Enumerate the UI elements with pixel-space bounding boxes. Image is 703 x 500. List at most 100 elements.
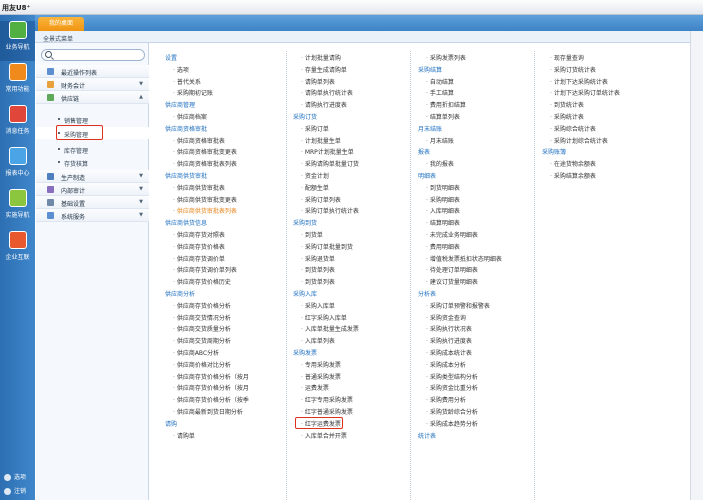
menu-item[interactable]: 供应商供货审批表	[173, 185, 225, 193]
menu-item[interactable]: 供应商存货价格分析（按月	[173, 374, 249, 382]
module-0[interactable]: 业务导航	[0, 21, 35, 61]
menu-item[interactable]: 存量生成请购单	[301, 67, 347, 75]
menu-item[interactable]: 采购费用分析	[426, 397, 466, 405]
menu-item[interactable]: 采购订单执行统计表	[301, 208, 359, 216]
menu-item[interactable]: 供应商存货价格分析（按月	[173, 385, 249, 393]
menu-item[interactable]: 费用折扣结算	[426, 102, 466, 110]
menu-item[interactable]: 现存量查询	[550, 55, 584, 63]
nav-item-5[interactable]: 基础设置 ▼	[36, 196, 149, 209]
nav-item-3[interactable]: 生产制造 ▼	[36, 170, 149, 183]
menu-item[interactable]: 红字专用采购发票	[301, 397, 353, 405]
menu-item[interactable]: 采购资金查询	[426, 315, 466, 323]
menu-item[interactable]: 采购结算余额表	[550, 173, 596, 181]
menu-item[interactable]: 普代关系	[173, 79, 201, 87]
menu-item[interactable]: 未完成业务明细表	[426, 232, 478, 240]
menu-item[interactable]: 入库明细表	[426, 208, 460, 216]
menu-item[interactable]: 供应商资格审批表	[173, 138, 225, 146]
menu-item[interactable]: 供应商最新到货日期分析	[173, 409, 243, 417]
menu-item[interactable]: 供应商ABC分析	[173, 350, 219, 358]
menu-item[interactable]: 采购订单	[301, 126, 329, 134]
menu-item[interactable]: 采购退货单	[301, 256, 335, 264]
menu-item[interactable]: 手工结算	[426, 90, 454, 98]
nav-item-2[interactable]: 供应链 ▲	[36, 91, 149, 104]
menu-item[interactable]: MRP计划批量生单	[301, 149, 354, 157]
options-button[interactable]: 选项	[4, 472, 26, 481]
logout-button[interactable]: 注销	[4, 486, 26, 495]
menu-item[interactable]: 采购订货统计表	[550, 67, 596, 75]
menu-item[interactable]: 我的报表	[426, 161, 454, 169]
menu-item[interactable]: 采购计划综合统计表	[550, 138, 608, 146]
menu-item[interactable]: 供应商价格对比分析	[173, 362, 231, 370]
menu-item[interactable]: 选项	[173, 67, 189, 75]
menu-item[interactable]: 到货单列表	[301, 279, 335, 287]
menu-item[interactable]: 自动结算	[426, 79, 454, 87]
menu-item[interactable]: 红字普通采购发票	[301, 409, 353, 417]
nav-subitem-2[interactable]: 库存管理	[36, 143, 149, 155]
menu-item[interactable]: 入库单批量生成发票	[301, 326, 359, 334]
menu-item[interactable]: 结算明细表	[426, 220, 460, 228]
search-input[interactable]	[41, 49, 145, 61]
menu-item[interactable]: 配额生单	[301, 185, 329, 193]
nav-subitem-0[interactable]: 销售管理	[36, 113, 149, 125]
menu-item[interactable]: 在途货物余额表	[550, 161, 596, 169]
menu-item[interactable]: 请购单列表	[301, 79, 335, 87]
module-1[interactable]: 常用功能	[0, 63, 35, 103]
menu-item[interactable]: 采购成本统计表	[426, 350, 472, 358]
menu-item[interactable]: 供应商存货调价单	[173, 256, 225, 264]
menu-item[interactable]: 供应商交货周期分析	[173, 338, 231, 346]
menu-item[interactable]: 供应商档案	[173, 114, 207, 122]
menu-item[interactable]: 采购执行状况表	[426, 326, 472, 334]
menu-item[interactable]: 请购执行进度表	[301, 102, 347, 110]
menu-item[interactable]: 采购统计表	[550, 114, 584, 122]
nav-subitem-3[interactable]: 存货核算	[36, 156, 149, 168]
module-2[interactable]: 消息任务	[0, 105, 35, 145]
menu-item[interactable]: 采购明细表	[426, 197, 460, 205]
menu-item[interactable]: 计划下达采购订单统计表	[550, 90, 620, 98]
menu-item[interactable]: 到货单列表	[301, 267, 335, 275]
menu-item[interactable]: 计划批量请购	[301, 55, 341, 63]
module-5[interactable]: 企业互联	[0, 231, 35, 271]
menu-item[interactable]: 入库单列表	[301, 338, 335, 346]
menu-item[interactable]: 供应商存货对照表	[173, 232, 225, 240]
menu-item[interactable]: 费用明细表	[426, 244, 460, 252]
menu-item[interactable]: 红字采购入库单	[301, 315, 347, 323]
menu-item[interactable]: 月末结账	[426, 138, 454, 146]
menu-item[interactable]: 采购期初记账	[173, 90, 213, 98]
module-4[interactable]: 实施导航	[0, 189, 35, 229]
menu-item[interactable]: 请购单执行统计表	[301, 90, 353, 98]
menu-item[interactable]: 供应商供货审批表列表	[173, 208, 237, 216]
breadcrumb[interactable]: 全景式菜单	[43, 34, 73, 43]
menu-item[interactable]: 采购订单批量到货	[301, 244, 353, 252]
nav-item-0[interactable]: 最近操作列表	[36, 65, 149, 78]
menu-item[interactable]: 采购资金比重分析	[426, 385, 478, 393]
menu-item[interactable]: 供应商存货价格分析（按季	[173, 397, 249, 405]
menu-item[interactable]: 普通采购发票	[301, 374, 341, 382]
menu-item[interactable]: 到货单	[301, 232, 323, 240]
menu-item[interactable]: 采购请购单批量订货	[301, 161, 359, 169]
nav-item-4[interactable]: 内部审计 ▼	[36, 183, 149, 196]
menu-item[interactable]: 入库单合并开票	[301, 433, 347, 441]
menu-item[interactable]: 采购发票列表	[426, 55, 466, 63]
menu-item[interactable]: 增值税发票抵扣状态明细表	[426, 256, 502, 264]
menu-item[interactable]: 供应商资格审批表列表	[173, 161, 237, 169]
menu-item[interactable]: 供应商存货调价单列表	[173, 267, 237, 275]
menu-item[interactable]: 运费发票	[301, 385, 329, 393]
menu-item[interactable]: 供应商供货审批变更表	[173, 197, 237, 205]
tab-my-desktop[interactable]: 我的桌面	[38, 17, 84, 31]
menu-item[interactable]: 采购执行进度表	[426, 338, 472, 346]
menu-item[interactable]: 采购成本分析	[426, 362, 466, 370]
menu-item[interactable]: 请购单	[173, 433, 195, 441]
nav-item-6[interactable]: 系统服务 ▼	[36, 209, 149, 222]
menu-item[interactable]: 到货统计表	[550, 102, 584, 110]
menu-item[interactable]: 供应商存货价格历史	[173, 279, 231, 287]
menu-item[interactable]: 供应商存货价格分析	[173, 303, 231, 311]
menu-item[interactable]: 采购成本趋势分析	[426, 421, 478, 429]
menu-item[interactable]: 采购综合统计表	[550, 126, 596, 134]
menu-item[interactable]: 采购入库单	[301, 303, 335, 311]
menu-item[interactable]: 资金计划	[301, 173, 329, 181]
menu-item[interactable]: 结算单列表	[426, 114, 460, 122]
module-3[interactable]: 报表中心	[0, 147, 35, 187]
menu-item[interactable]: 专用采购发票	[301, 362, 341, 370]
menu-item[interactable]: 建议订货量明细表	[426, 279, 478, 287]
menu-item[interactable]: 供应商交货情况分析	[173, 315, 231, 323]
